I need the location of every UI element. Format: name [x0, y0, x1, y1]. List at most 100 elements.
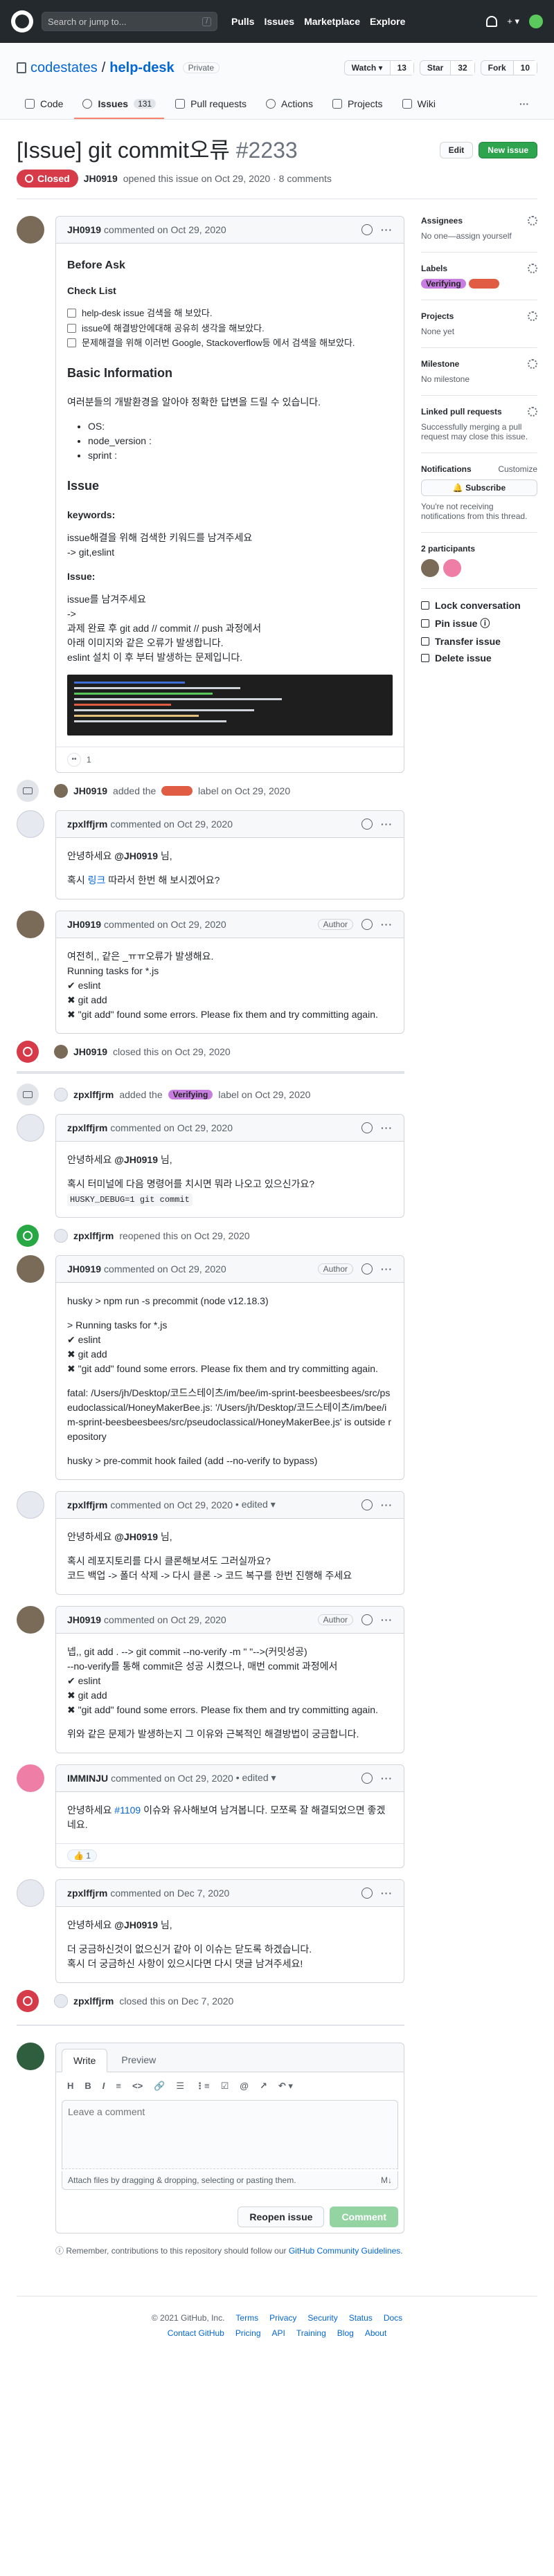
avatar[interactable]	[54, 1228, 68, 1243]
assignees-value[interactable]: No one—assign yourself	[421, 231, 512, 241]
avatar[interactable]	[17, 910, 44, 938]
comment-date[interactable]: commented on Oct 29, 2020	[111, 1773, 233, 1784]
numbered-list-icon[interactable]: ⋮≡	[195, 2081, 210, 2092]
issue-label[interactable]: issue	[161, 785, 193, 796]
create-new-menu[interactable]: + ▾	[507, 16, 519, 27]
footer-link[interactable]: Training	[296, 2328, 326, 2338]
kebab-menu-icon[interactable]: ···	[381, 1614, 393, 1625]
avatar[interactable]	[54, 1993, 68, 2008]
footer-link[interactable]: Terms	[235, 2313, 258, 2323]
footer-link[interactable]: About	[365, 2328, 386, 2338]
avatar[interactable]	[54, 1087, 68, 1102]
event-actor[interactable]: zpxlffjrm	[73, 1089, 114, 1100]
avatar[interactable]	[17, 810, 44, 838]
smiley-icon[interactable]	[361, 1772, 373, 1784]
event-actor[interactable]: zpxlffjrm	[73, 1995, 114, 2007]
avatar[interactable]	[17, 1490, 44, 1519]
bold-icon[interactable]: B	[84, 2081, 91, 2092]
user-mention-link[interactable]: @JH0919	[114, 1531, 158, 1542]
kebab-menu-icon[interactable]: ···	[381, 819, 393, 830]
comment-author[interactable]: JH0919	[67, 224, 101, 235]
tab-pull-requests[interactable]: Pull requests	[167, 91, 255, 119]
nav-explore[interactable]: Explore	[370, 16, 405, 27]
smiley-icon[interactable]	[361, 1499, 373, 1510]
tab-write[interactable]: Write	[62, 2048, 108, 2072]
new-issue-button[interactable]: New issue	[479, 142, 537, 158]
comment-date[interactable]: commented on Oct 29, 2020	[104, 919, 226, 930]
add-reaction-icon[interactable]: ••	[67, 752, 81, 767]
kebab-menu-icon[interactable]: ···	[381, 224, 393, 235]
search-input[interactable]: Search or jump to... /	[42, 12, 217, 31]
user-mention-link[interactable]: @JH0919	[114, 850, 158, 861]
comment-author[interactable]: JH0919	[67, 919, 101, 930]
bullet-list-icon[interactable]: ☰	[176, 2081, 184, 2092]
tab-issues[interactable]: Issues 131	[74, 91, 165, 119]
comment-date[interactable]: commented on Oct 29, 2020	[110, 1122, 233, 1133]
comment-date[interactable]: commented on Dec 7, 2020	[110, 1888, 229, 1899]
tab-code[interactable]: Code	[17, 91, 71, 119]
comment-date[interactable]: commented on Oct 29, 2020	[104, 1614, 226, 1625]
reference-link[interactable]: 링크	[88, 875, 106, 886]
verifying-label[interactable]: Verifying	[421, 279, 466, 289]
quote-icon[interactable]: ≡	[116, 2081, 121, 2092]
lock-conversation-link[interactable]: Lock conversation	[421, 600, 537, 611]
nav-pulls[interactable]: Pulls	[231, 16, 254, 27]
thumbs-up-reaction[interactable]: 👍 1	[67, 1849, 97, 1862]
community-guidelines-link[interactable]: GitHub Community Guidelines	[289, 2246, 400, 2256]
pin-issue-link[interactable]: Pin issue ⓘ	[421, 616, 537, 630]
smiley-icon[interactable]	[361, 918, 373, 930]
gear-icon[interactable]	[528, 311, 537, 321]
transfer-issue-link[interactable]: Transfer issue	[421, 636, 537, 647]
task-checkbox[interactable]	[67, 323, 76, 333]
terminal-screenshot-image[interactable]	[67, 674, 393, 736]
watch-button[interactable]: Watch ▾ 13	[343, 60, 414, 75]
user-avatar[interactable]	[529, 15, 543, 28]
footer-link[interactable]: Contact GitHub	[168, 2328, 224, 2338]
comment-date[interactable]: commented on Oct 29, 2020	[104, 224, 226, 235]
footer-link[interactable]: Pricing	[235, 2328, 261, 2338]
user-mention-link[interactable]: @JH0919	[114, 1919, 158, 1930]
smiley-icon[interactable]	[361, 1263, 373, 1275]
task-checkbox[interactable]	[67, 338, 76, 348]
smiley-icon[interactable]	[361, 818, 373, 830]
comment-author[interactable]: JH0919	[67, 1263, 101, 1275]
tab-preview[interactable]: Preview	[110, 2049, 167, 2072]
smiley-icon[interactable]	[361, 1887, 373, 1899]
kebab-menu-icon[interactable]: ···	[381, 1773, 393, 1784]
avatar[interactable]	[17, 1254, 44, 1283]
comment-author[interactable]: JH0919	[67, 1614, 101, 1625]
comment-author[interactable]: zpxlffjrm	[67, 1499, 107, 1510]
kebab-menu-icon[interactable]: ···	[381, 1888, 393, 1899]
reopen-issue-button[interactable]: Reopen issue	[238, 2206, 325, 2227]
avatar[interactable]	[17, 1879, 44, 1907]
code-icon[interactable]: <>	[132, 2081, 143, 2092]
delete-issue-link[interactable]: Delete issue	[421, 652, 537, 664]
task-list-icon[interactable]: ☑	[221, 2081, 229, 2092]
comment-textarea[interactable]	[62, 2099, 398, 2169]
edited-dropdown[interactable]: • edited ▾	[236, 1772, 276, 1784]
comment-author[interactable]: zpxlffjrm	[67, 1888, 107, 1899]
subscribe-button[interactable]: 🔔 Subscribe	[421, 479, 537, 496]
fork-button[interactable]: Fork 10	[480, 60, 537, 75]
footer-link[interactable]: API	[272, 2328, 285, 2338]
issue-reference-link[interactable]: #1109	[114, 1805, 141, 1816]
event-actor[interactable]: zpxlffjrm	[73, 1230, 114, 1241]
comment-date[interactable]: commented on Oct 29, 2020	[110, 1499, 233, 1510]
kebab-menu-icon[interactable]: ···	[381, 1499, 393, 1510]
edited-dropdown[interactable]: • edited ▾	[235, 1499, 276, 1510]
cross-reference-icon[interactable]: ↗	[260, 2081, 267, 2092]
avatar[interactable]	[17, 216, 44, 244]
link-icon[interactable]: 🔗	[154, 2081, 165, 2092]
footer-link[interactable]: Blog	[337, 2328, 354, 2338]
comment-author[interactable]: IMMINJU	[67, 1773, 108, 1784]
footer-link[interactable]: Docs	[384, 2313, 402, 2323]
footer-link[interactable]: Privacy	[269, 2313, 296, 2323]
saved-replies-icon[interactable]: ↶ ▾	[278, 2081, 293, 2092]
avatar[interactable]	[17, 2042, 44, 2070]
tab-projects[interactable]: Projects	[324, 91, 391, 119]
comment-date[interactable]: commented on Oct 29, 2020	[110, 819, 233, 830]
markdown-icon[interactable]: M↓	[381, 2175, 392, 2185]
footer-link[interactable]: Security	[307, 2313, 337, 2323]
comment-author[interactable]: zpxlffjrm	[67, 819, 107, 830]
star-button[interactable]: Star 32	[419, 60, 475, 75]
